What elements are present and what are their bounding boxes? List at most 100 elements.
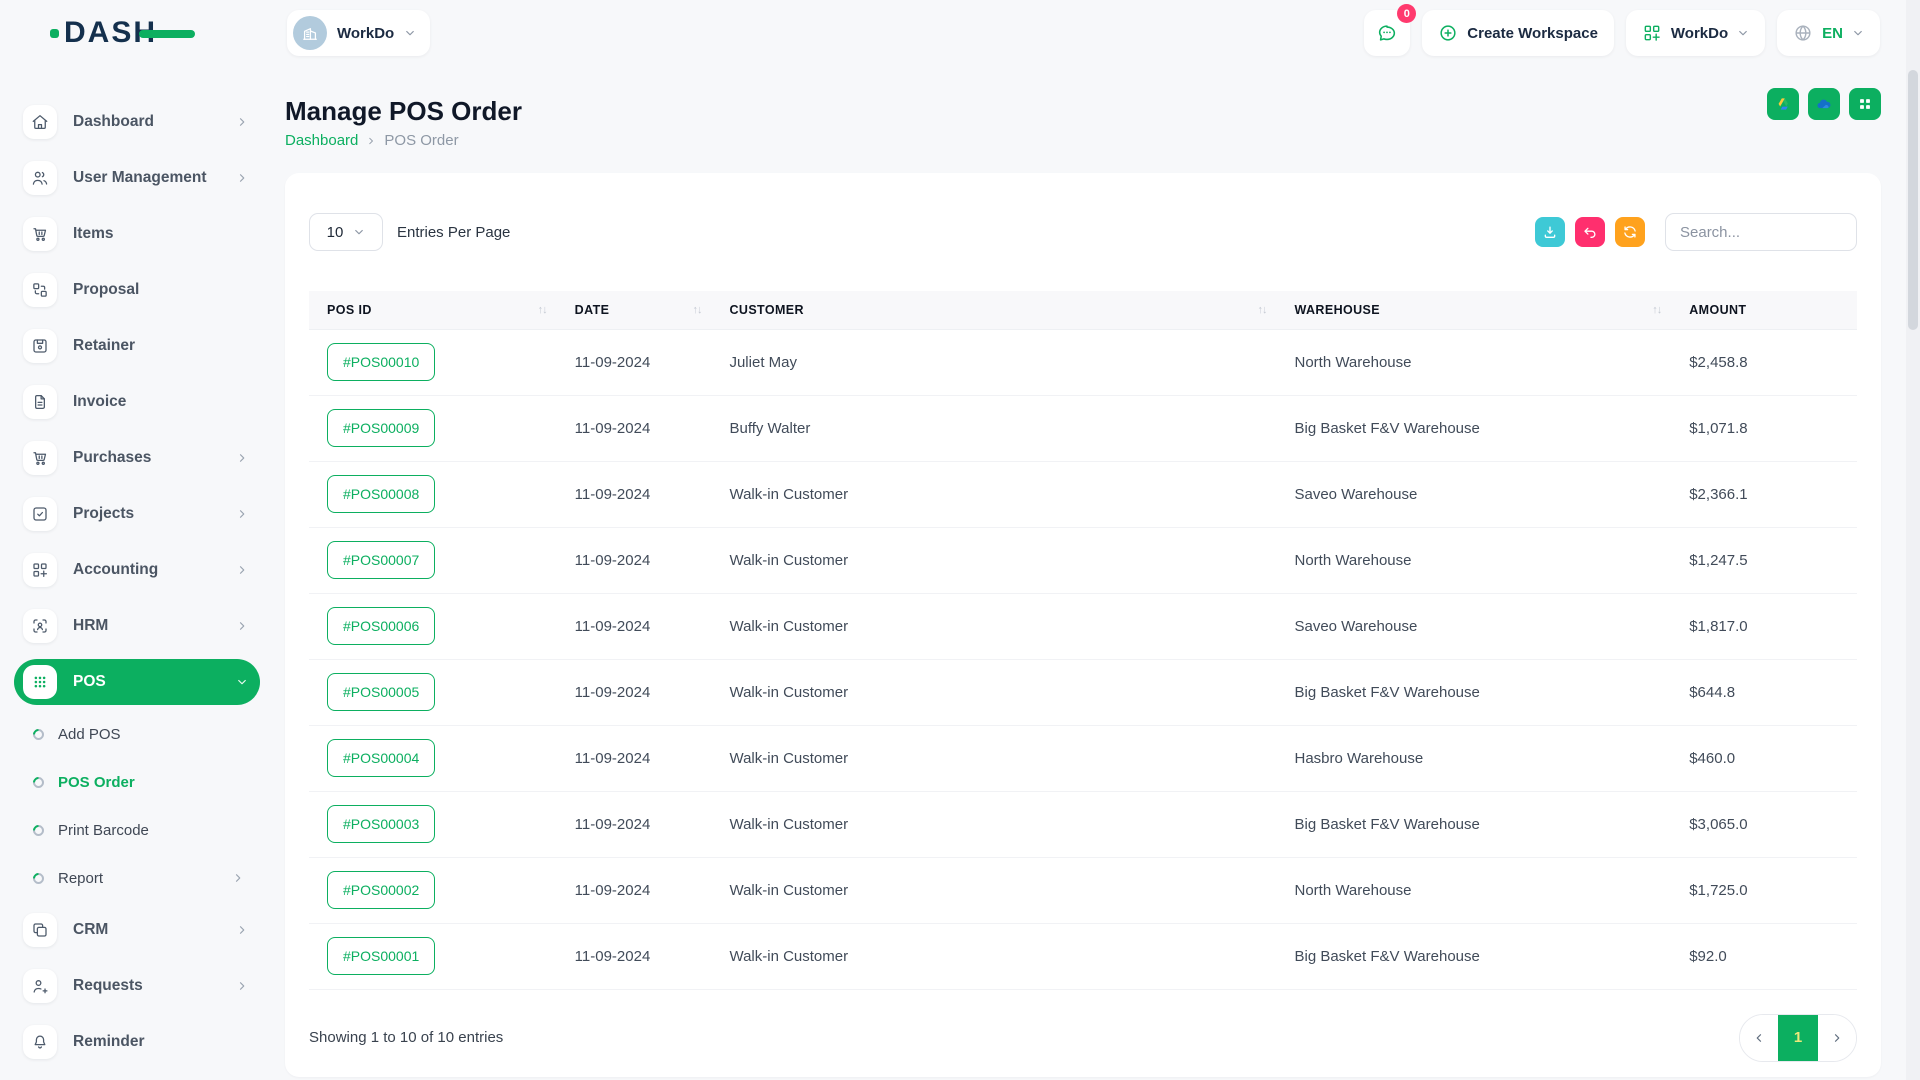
- warehouse-cell: Big Basket F&V Warehouse: [1276, 395, 1671, 461]
- showing-entries-text: Showing 1 to 10 of 10 entries: [309, 1029, 503, 1046]
- pos-id-link[interactable]: #POS00006: [327, 607, 435, 645]
- sidebar-item-user-management[interactable]: User Management: [14, 150, 260, 206]
- pos-id-link[interactable]: #POS00005: [327, 673, 435, 711]
- pos-id-link[interactable]: #POS00007: [327, 541, 435, 579]
- sidebar-item-hrm[interactable]: HRM: [14, 598, 260, 654]
- warehouse-cell: Hasbro Warehouse: [1276, 725, 1671, 791]
- sidebar-item-proposal[interactable]: Proposal: [14, 262, 260, 318]
- sidebar-item-retainer[interactable]: Retainer: [14, 318, 260, 374]
- amount-cell: $1,725.0: [1671, 857, 1857, 923]
- refresh-button[interactable]: [1615, 217, 1645, 247]
- workspace-avatar: [293, 16, 327, 50]
- customer-cell: Walk-in Customer: [711, 659, 1276, 725]
- chevron-down-icon: [404, 27, 416, 39]
- sidebar-item-reminder[interactable]: Reminder: [14, 1014, 260, 1070]
- pos-id-link[interactable]: #POS00003: [327, 805, 435, 843]
- chevron-right-icon: [236, 980, 248, 992]
- messages-badge: 0: [1397, 4, 1416, 23]
- sidebar-item-label: Items: [73, 225, 114, 243]
- date-cell: 11-09-2024: [557, 461, 712, 527]
- pagination-page-1[interactable]: 1: [1778, 1015, 1818, 1061]
- sidebar-item-label: Projects: [73, 505, 134, 523]
- reset-button[interactable]: [1575, 217, 1605, 247]
- grid-view-button[interactable]: [1849, 88, 1881, 120]
- sidebar-subitem-pos-order[interactable]: POS Order: [14, 758, 260, 806]
- logo-dot-accent: [50, 29, 59, 38]
- pos-id-link[interactable]: #POS00010: [327, 343, 435, 381]
- sort-icon[interactable]: ↑↓: [692, 304, 701, 316]
- sidebar-item-label: Proposal: [73, 281, 139, 299]
- grid-icon: [1857, 96, 1873, 112]
- export-button[interactable]: [1535, 217, 1565, 247]
- chevron-right-icon: [236, 564, 248, 576]
- workspace-selector[interactable]: WorkDo: [287, 10, 430, 56]
- language-selector[interactable]: EN: [1777, 10, 1880, 56]
- search-input[interactable]: [1665, 213, 1857, 251]
- chevron-down-icon: [236, 676, 248, 688]
- undo-icon: [1582, 224, 1598, 240]
- table-row: #POS00006 11-09-2024 Walk-in Customer Sa…: [309, 593, 1857, 659]
- sidebar-item-invoice[interactable]: Invoice: [14, 374, 260, 430]
- file-icon: [23, 385, 57, 419]
- sort-icon[interactable]: ↑↓: [538, 304, 547, 316]
- breadcrumb: Dashboard POS Order: [285, 132, 522, 149]
- date-cell: 11-09-2024: [557, 395, 712, 461]
- sidebar-item-crm[interactable]: CRM: [14, 902, 260, 958]
- entries-per-page-value: 10: [327, 224, 344, 241]
- refresh-icon: [1622, 224, 1638, 240]
- warehouse-cell: Big Basket F&V Warehouse: [1276, 659, 1671, 725]
- onedrive-button[interactable]: [1808, 88, 1840, 120]
- topbar: DASH WorkDo 0 Create Workspace WorkDo EN: [0, 0, 1920, 66]
- apps-menu-button[interactable]: WorkDo: [1626, 10, 1765, 56]
- sort-icon[interactable]: ↑↓: [1652, 304, 1661, 316]
- sidebar-item-dashboard[interactable]: Dashboard: [14, 94, 260, 150]
- sidebar-item-pos[interactable]: POS: [14, 659, 260, 705]
- sidebar-item-label: POS: [73, 673, 106, 691]
- breadcrumb-dashboard-link[interactable]: Dashboard: [285, 132, 358, 149]
- chevron-right-icon: [236, 620, 248, 632]
- pagination-next-button[interactable]: [1818, 1015, 1856, 1061]
- sidebar-subitem-print-barcode[interactable]: Print Barcode: [14, 806, 260, 854]
- customer-cell: Juliet May: [711, 329, 1276, 395]
- sidebar-item-accounting[interactable]: Accounting: [14, 542, 260, 598]
- google-drive-button[interactable]: [1767, 88, 1799, 120]
- amount-cell: $92.0: [1671, 923, 1857, 989]
- warehouse-cell: North Warehouse: [1276, 857, 1671, 923]
- sort-icon[interactable]: ↑↓: [1257, 304, 1266, 316]
- transform-icon: [23, 273, 57, 307]
- main-content: Manage POS Order Dashboard POS Order 10 …: [285, 78, 1881, 1077]
- customer-cell: Walk-in Customer: [711, 857, 1276, 923]
- entries-per-page-select[interactable]: 10: [309, 213, 383, 251]
- sidebar-subitem-add-pos[interactable]: Add POS: [14, 710, 260, 758]
- create-workspace-button[interactable]: Create Workspace: [1422, 10, 1614, 56]
- logo-dash-accent: [139, 30, 195, 38]
- bullet-icon: [31, 822, 47, 838]
- language-label: EN: [1822, 25, 1843, 42]
- scrollbar-thumb[interactable]: [1908, 70, 1918, 330]
- customer-cell: Walk-in Customer: [711, 593, 1276, 659]
- chevron-right-icon: [366, 136, 376, 146]
- cart-icon: [23, 441, 57, 475]
- amount-cell: $1,247.5: [1671, 527, 1857, 593]
- pagination-prev-button[interactable]: [1740, 1015, 1778, 1061]
- sidebar-item-label: Purchases: [73, 449, 151, 467]
- table-row: #POS00007 11-09-2024 Walk-in Customer No…: [309, 527, 1857, 593]
- bullet-icon: [31, 726, 47, 742]
- pos-id-link[interactable]: #POS00001: [327, 937, 435, 975]
- sidebar-item-items[interactable]: Items: [14, 206, 260, 262]
- table-row: #POS00002 11-09-2024 Walk-in Customer No…: [309, 857, 1857, 923]
- sidebar-item-projects[interactable]: Projects: [14, 486, 260, 542]
- scrollbar[interactable]: [1906, 0, 1920, 1080]
- warehouse-cell: North Warehouse: [1276, 527, 1671, 593]
- customer-cell: Walk-in Customer: [711, 791, 1276, 857]
- page-title: Manage POS Order: [285, 96, 522, 126]
- pos-id-link[interactable]: #POS00004: [327, 739, 435, 777]
- pos-id-link[interactable]: #POS00008: [327, 475, 435, 513]
- sidebar-subitem-report[interactable]: Report: [14, 854, 260, 902]
- pos-id-link[interactable]: #POS00002: [327, 871, 435, 909]
- messages-button[interactable]: 0: [1364, 10, 1410, 56]
- sidebar-item-requests[interactable]: Requests: [14, 958, 260, 1014]
- sidebar-item-purchases[interactable]: Purchases: [14, 430, 260, 486]
- table-row: #POS00001 11-09-2024 Walk-in Customer Bi…: [309, 923, 1857, 989]
- pos-id-link[interactable]: #POS00009: [327, 409, 435, 447]
